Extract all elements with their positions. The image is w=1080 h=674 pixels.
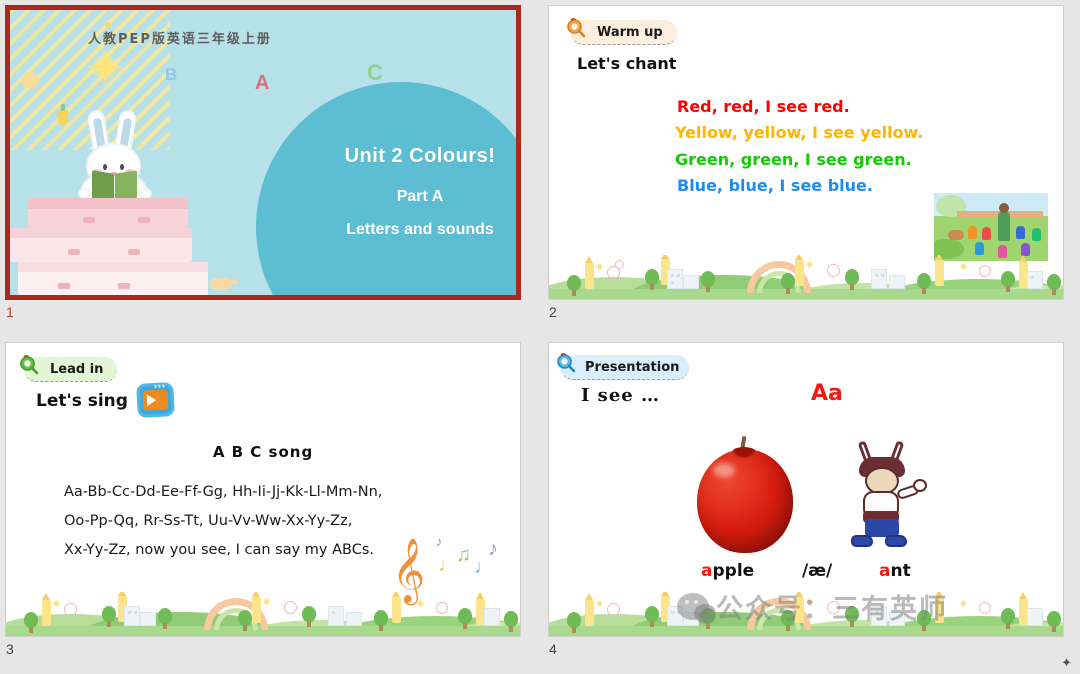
slide-4[interactable]: Presentation I see … Aa apple /æ/ ant 公众… bbox=[548, 342, 1064, 637]
label-apple-rest: pple bbox=[712, 561, 755, 581]
presentation-badge-label: Presentation bbox=[585, 359, 680, 375]
label-apple: apple bbox=[701, 561, 754, 581]
music-notes-decoration: 𝄞 ♪ ♩ ♫ ♩ ♪ bbox=[392, 532, 502, 602]
slide-number-3: 3 bbox=[6, 641, 14, 657]
slide-cell-3: Lead in Let's sing A B C song Aa-Bb-Cc-D… bbox=[0, 337, 540, 674]
label-ant-first: a bbox=[879, 561, 891, 581]
slide-number-4: 4 bbox=[549, 641, 557, 657]
wechat-logo-icon bbox=[677, 593, 716, 623]
slide-cell-4: Presentation I see … Aa apple /æ/ ant 公众… bbox=[540, 337, 1080, 674]
lead-in-badge: Lead in bbox=[20, 355, 118, 382]
note-icon-2: ♫ bbox=[456, 544, 471, 566]
star-icon[interactable]: ✦ bbox=[1061, 655, 1072, 671]
book-stack-illustration bbox=[10, 198, 210, 295]
deco-letter-c: C bbox=[367, 60, 383, 85]
unit-title: Unit 2 Colours! bbox=[344, 145, 496, 167]
letter-aa: Aa bbox=[811, 381, 843, 406]
lead-in-badge-label: Lead in bbox=[50, 361, 104, 377]
circle-decoration bbox=[22, 72, 39, 89]
part-label: Part A bbox=[396, 188, 444, 205]
magnifier-blue-icon bbox=[555, 352, 577, 374]
cover-background: 人教PEP版英语三年级上册 B A C Unit 2 Colours! Part… bbox=[10, 10, 516, 295]
play-video-icon[interactable] bbox=[136, 382, 175, 418]
warm-up-badge-label: Warm up bbox=[597, 24, 663, 40]
treble-clef-icon: 𝄞 bbox=[392, 538, 426, 602]
label-apple-first: a bbox=[701, 561, 713, 581]
deco-letter-a: A bbox=[255, 72, 270, 94]
sun-icon bbox=[88, 50, 122, 84]
slide-number-2: 2 bbox=[549, 304, 557, 320]
classroom-photo-thumbnail[interactable] bbox=[932, 191, 1050, 263]
bottom-decoration bbox=[6, 592, 520, 636]
watermark-text: 公众号：三有英师 bbox=[716, 594, 948, 625]
bottom-decoration bbox=[549, 592, 1063, 636]
note-icon-small: ♪ bbox=[436, 534, 443, 549]
cat-decoration bbox=[210, 278, 239, 290]
label-phoneme: /æ/ bbox=[802, 561, 833, 581]
slide-cell-2: Warm up Let's chant Red, red, I see red.… bbox=[540, 0, 1080, 337]
subtitle-label: Letters and sounds bbox=[346, 221, 494, 238]
chant-line-yellow: Yellow, yellow, I see yellow. bbox=[675, 123, 924, 143]
song-title: A B C song bbox=[212, 443, 314, 461]
chant-line-green: Green, green, I see green. bbox=[675, 149, 912, 169]
magnifier-orange-icon bbox=[565, 17, 587, 39]
note-icon-1: ♩ bbox=[438, 554, 458, 576]
apple-image bbox=[697, 447, 793, 553]
watermark: 公众号：三有英师 bbox=[677, 587, 948, 626]
lets-sing-heading: Let's sing bbox=[36, 391, 128, 411]
slide-3[interactable]: Lead in Let's sing A B C song Aa-Bb-Cc-D… bbox=[5, 342, 521, 637]
chant-line-red: Red, red, I see red. bbox=[677, 97, 850, 116]
slide-1[interactable]: 人教PEP版英语三年级上册 B A C Unit 2 Colours! Part… bbox=[5, 5, 521, 300]
pineapple-icon bbox=[58, 104, 68, 125]
lets-chant-heading: Let's chant bbox=[577, 54, 677, 73]
textbook-label-cn: 人教PEP版英语三年级上册 bbox=[88, 32, 272, 47]
deco-letter-b: B bbox=[165, 65, 178, 84]
lyric-line-1: Aa-Bb-Cc-Dd-Ee-Ff-Gg, Hh-Ii-Jj-Kk-Ll-Mm-… bbox=[64, 484, 383, 500]
warm-up-badge: Warm up bbox=[567, 18, 677, 45]
magnifier-green-icon bbox=[18, 354, 40, 376]
presentation-badge: Presentation bbox=[557, 353, 690, 380]
slide-cell-1: 人教PEP版英语三年级上册 B A C Unit 2 Colours! Part… bbox=[0, 0, 540, 337]
chant-lines: Red, red, I see red. Yellow, yellow, I s… bbox=[675, 94, 1037, 200]
i-see-heading: I see … bbox=[581, 385, 660, 406]
slide-thumbnail-grid: 人教PEP版英语三年级上册 B A C Unit 2 Colours! Part… bbox=[0, 0, 1080, 674]
note-icon-4: ♪ bbox=[488, 538, 498, 560]
label-ant: ant bbox=[879, 561, 911, 581]
slide-number-1: 1 bbox=[6, 304, 14, 320]
slide-2[interactable]: Warm up Let's chant Red, red, I see red.… bbox=[548, 5, 1064, 300]
label-ant-rest: nt bbox=[890, 561, 911, 581]
ant-image bbox=[849, 440, 927, 553]
